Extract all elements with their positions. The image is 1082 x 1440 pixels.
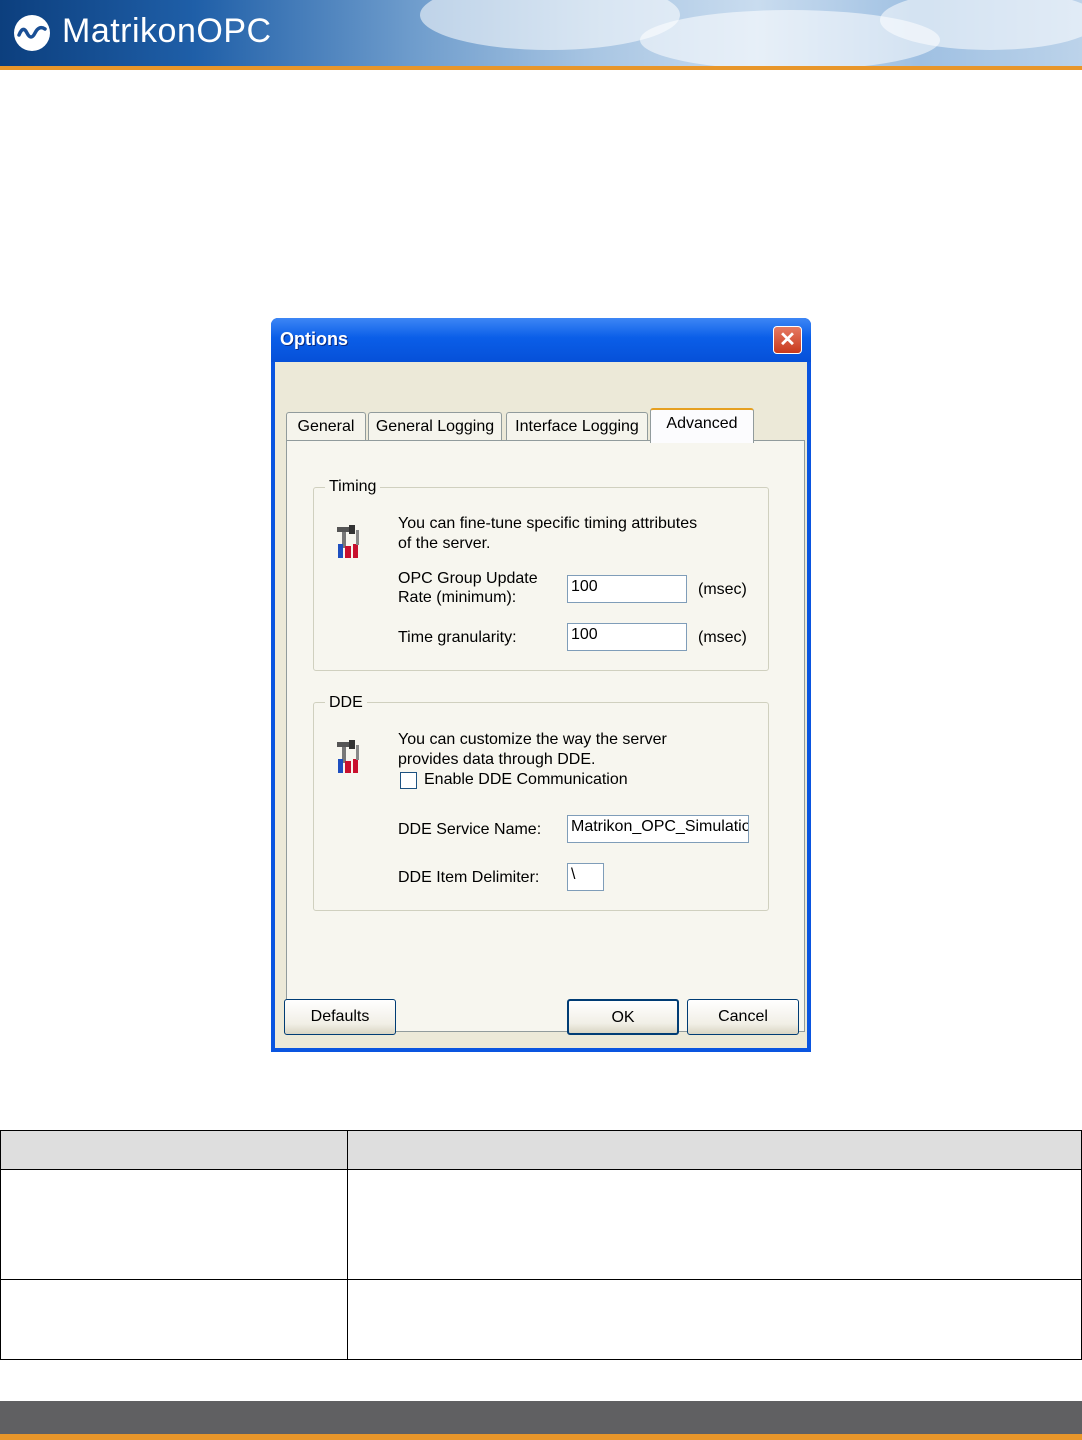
- options-dialog: Options ✕ General General Logging Interf…: [271, 318, 811, 1052]
- footer-divider: [0, 1434, 1082, 1440]
- tab-interface-logging[interactable]: Interface Logging: [506, 412, 648, 441]
- matrikon-wave-logo-icon: [14, 15, 50, 51]
- granularity-label: Time granularity:: [398, 629, 517, 646]
- close-button[interactable]: ✕: [773, 326, 802, 354]
- cancel-button[interactable]: Cancel: [687, 999, 799, 1035]
- document-table: [0, 1130, 1082, 1360]
- tab-advanced[interactable]: Advanced: [650, 408, 754, 443]
- header-banner: MatrikonOPC: [0, 0, 1082, 66]
- dialog-titlebar[interactable]: Options ✕: [271, 318, 811, 362]
- update-rate-label-line1: OPC Group Update: [398, 570, 538, 587]
- dde-description-line1: You can customize the way the server: [398, 731, 667, 748]
- timing-description-line1: You can fine-tune specific timing attrib…: [398, 515, 698, 532]
- enable-dde-checkbox[interactable]: [400, 772, 417, 789]
- table-row: [0, 1279, 1082, 1360]
- dde-service-name-input[interactable]: Matrikon_OPC_Simulatio: [567, 815, 749, 843]
- ok-button[interactable]: OK: [567, 999, 679, 1035]
- dde-description-line2: provides data through DDE.: [398, 751, 596, 768]
- dialog-title: Options: [280, 329, 348, 349]
- tab-general[interactable]: General: [286, 412, 366, 441]
- footer-bar: [0, 1401, 1082, 1434]
- tab-general-logging[interactable]: General Logging: [368, 412, 502, 441]
- table-cell: [347, 1169, 1082, 1280]
- table-cell: [0, 1279, 348, 1360]
- table-cell: [347, 1279, 1082, 1360]
- tools-icon: [335, 739, 363, 775]
- granularity-unit: (msec): [698, 629, 747, 646]
- table-row: [0, 1169, 1082, 1280]
- timing-description-line2: of the server.: [398, 535, 491, 552]
- table-header-cell: [0, 1130, 348, 1170]
- close-icon: ✕: [779, 329, 796, 351]
- update-rate-label-line2: Rate (minimum):: [398, 589, 517, 606]
- banner-divider: [0, 66, 1082, 70]
- table-header-cell: [347, 1130, 1082, 1170]
- table-header-row: [0, 1130, 1082, 1170]
- update-rate-input[interactable]: 100: [567, 575, 687, 603]
- granularity-input[interactable]: 100: [567, 623, 687, 651]
- update-rate-unit: (msec): [698, 581, 747, 598]
- advanced-tab-panel: Timing You can fine-tune specific timing…: [286, 440, 805, 1032]
- tools-icon: [335, 524, 363, 560]
- brand-name: MatrikonOPC: [62, 12, 272, 50]
- dde-service-name-label: DDE Service Name:: [398, 821, 542, 838]
- defaults-button[interactable]: Defaults: [284, 999, 396, 1035]
- dde-item-delimiter-label: DDE Item Delimiter:: [398, 869, 540, 886]
- timing-legend: Timing: [325, 478, 381, 496]
- table-cell: [0, 1169, 348, 1280]
- dialog-client: General General Logging Interface Loggin…: [275, 362, 807, 1048]
- dde-item-delimiter-input[interactable]: \: [567, 863, 604, 891]
- enable-dde-label[interactable]: Enable DDE Communication: [424, 770, 628, 790]
- dde-legend: DDE: [325, 694, 367, 712]
